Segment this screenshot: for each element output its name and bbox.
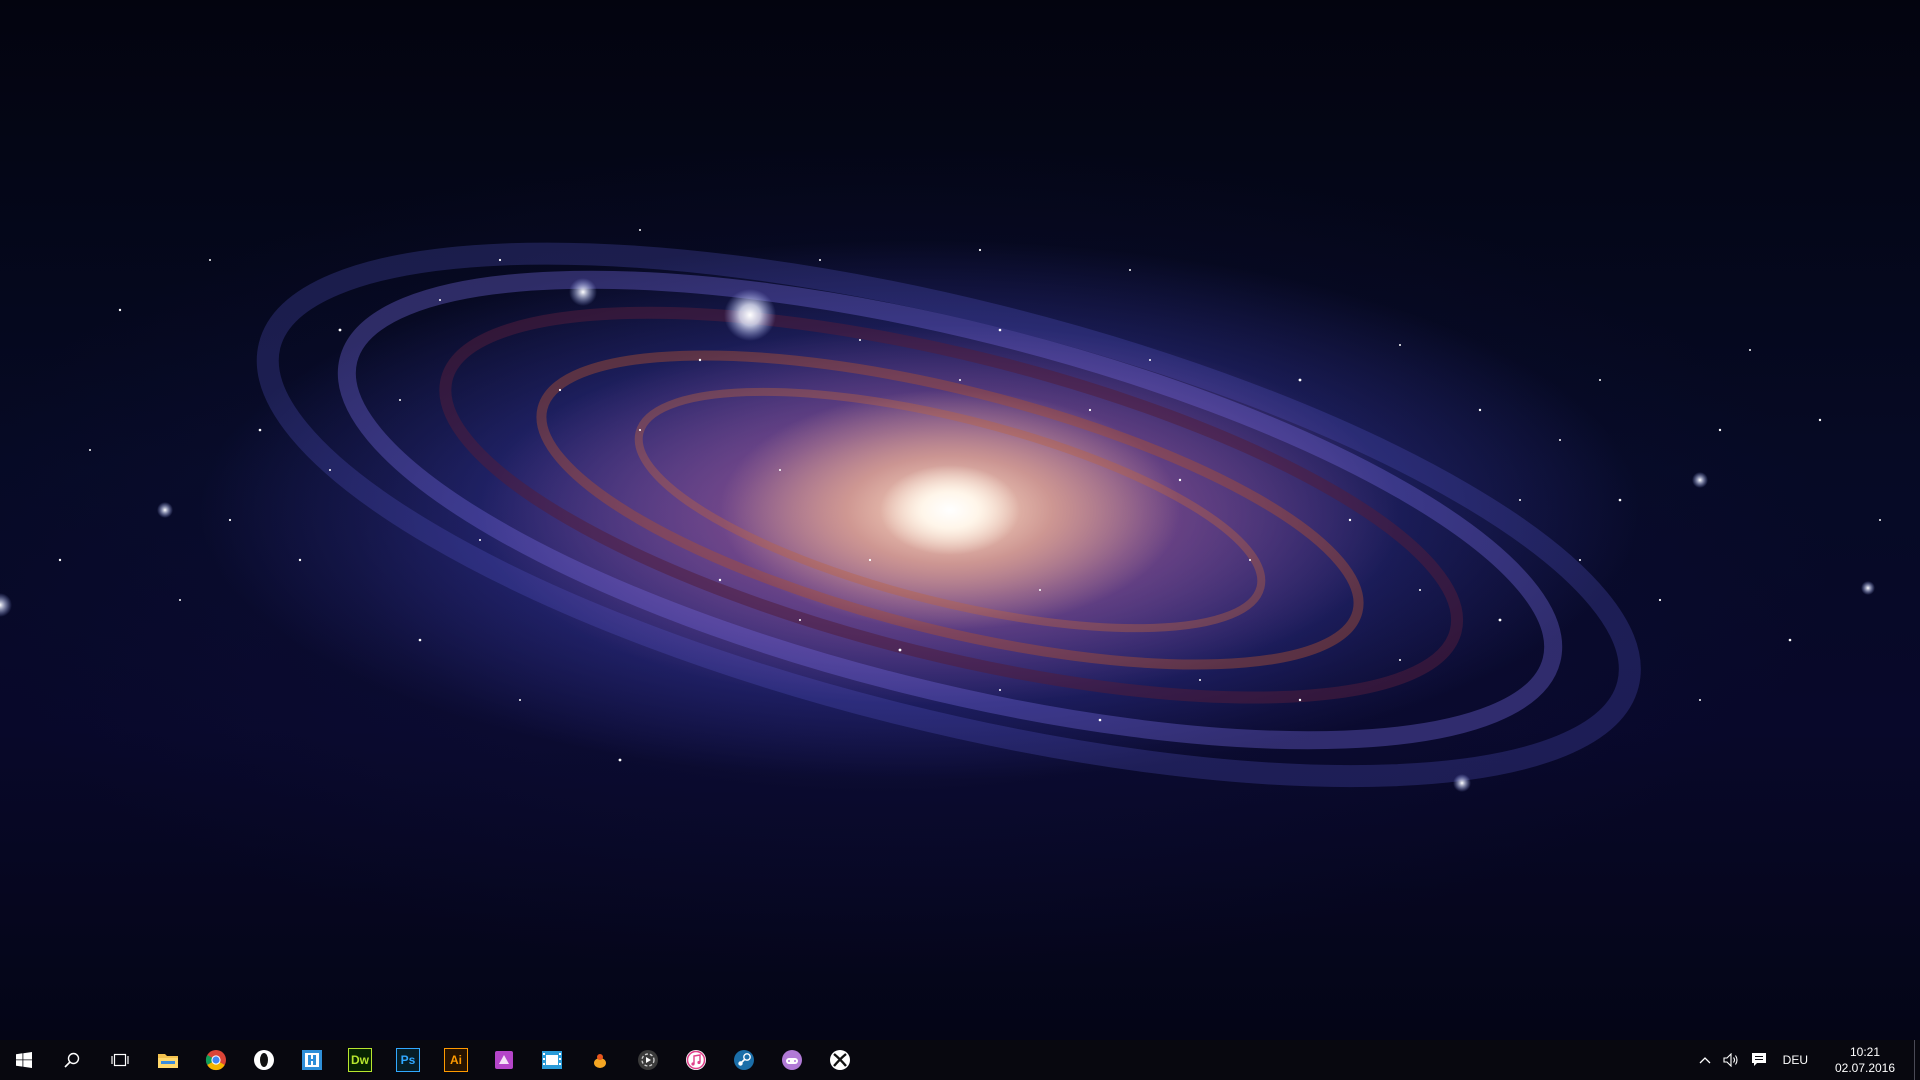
photoshop-label: Ps <box>400 1053 416 1067</box>
search-icon <box>64 1052 80 1068</box>
taskbar-app-media-player[interactable] <box>624 1040 672 1080</box>
xbox-icon <box>830 1050 850 1070</box>
show-hidden-icons-button[interactable] <box>1693 1040 1717 1080</box>
illustrator-icon: Ai <box>444 1048 468 1072</box>
action-center-button[interactable] <box>1745 1040 1773 1080</box>
clock-button[interactable]: 10:21 02.07.2016 <box>1818 1044 1914 1076</box>
show-desktop-button[interactable] <box>1914 1040 1920 1080</box>
dreamweaver-icon: Dw <box>348 1048 372 1072</box>
windows-logo-icon <box>16 1052 32 1068</box>
dreamweaver-label: Dw <box>351 1053 369 1067</box>
app-blue-icon <box>302 1050 322 1070</box>
opera-icon <box>254 1050 274 1070</box>
galaxy-image <box>0 229 1881 792</box>
taskbar-app-xbox[interactable] <box>816 1040 864 1080</box>
system-tray: DEU 10:21 02.07.2016 <box>1693 1040 1920 1080</box>
taskbar: Dw Ps Ai DEU 10:21 02.07.2016 <box>0 1040 1920 1080</box>
chevron-up-icon <box>1699 1057 1711 1064</box>
taskbar-app-purple[interactable] <box>480 1040 528 1080</box>
taskbar-app-dreamweaver[interactable]: Dw <box>336 1040 384 1080</box>
search-button[interactable] <box>48 1040 96 1080</box>
taskbar-app-illustrator[interactable]: Ai <box>432 1040 480 1080</box>
desktop-wallpaper <box>0 0 1920 1040</box>
volume-icon <box>1723 1053 1738 1067</box>
task-view-button[interactable] <box>96 1040 144 1080</box>
taskbar-app-blue[interactable] <box>288 1040 336 1080</box>
taskbar-app-photoshop[interactable]: Ps <box>384 1040 432 1080</box>
start-button[interactable] <box>0 1040 48 1080</box>
taskbar-app-game[interactable] <box>768 1040 816 1080</box>
chrome-icon <box>205 1050 226 1071</box>
taskbar-app-file-explorer[interactable] <box>144 1040 192 1080</box>
illustrator-label: Ai <box>450 1053 462 1067</box>
media-icon <box>638 1050 658 1070</box>
clock-date: 02.07.2016 <box>1834 1061 1896 1075</box>
purple-app-icon <box>495 1051 513 1069</box>
volume-button[interactable] <box>1717 1040 1745 1080</box>
taskbar-app-orange[interactable] <box>576 1040 624 1080</box>
taskbar-app-itunes[interactable] <box>672 1040 720 1080</box>
steam-icon <box>734 1050 754 1070</box>
folder-icon <box>158 1054 178 1068</box>
photoshop-icon: Ps <box>396 1048 420 1072</box>
taskbar-app-steam[interactable] <box>720 1040 768 1080</box>
taskbar-app-opera[interactable] <box>240 1040 288 1080</box>
clock-time: 10:21 <box>1849 1045 1881 1059</box>
game-icon <box>782 1050 802 1070</box>
orange-app-icon <box>594 1054 606 1068</box>
action-center-icon <box>1751 1053 1766 1066</box>
music-icon <box>686 1050 706 1070</box>
taskbar-app-chrome[interactable] <box>192 1040 240 1080</box>
input-language-button[interactable]: DEU <box>1773 1040 1818 1080</box>
taskbar-app-movie-maker[interactable] <box>528 1040 576 1080</box>
task-view-icon <box>111 1053 129 1067</box>
film-icon <box>542 1051 562 1069</box>
